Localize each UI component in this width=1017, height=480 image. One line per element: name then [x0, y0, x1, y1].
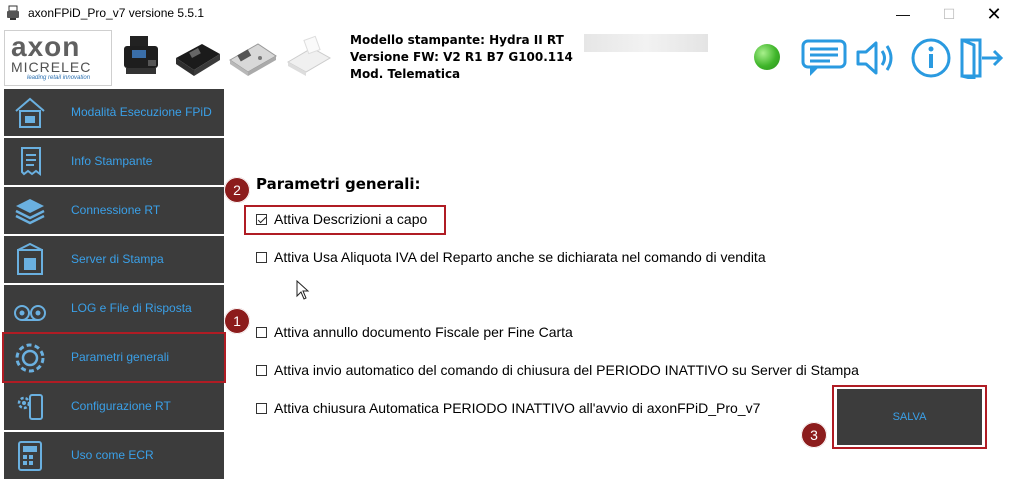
server-icon: [17, 242, 43, 275]
option-descrizioni-a-capo[interactable]: Attiva Descrizioni a capo: [256, 211, 427, 227]
option-label: Attiva invio automatico del comando di c…: [274, 362, 859, 378]
sidebar-item-server-stampa[interactable]: Server di Stampa: [4, 236, 224, 283]
sidebar-item-parametri-generali[interactable]: Parametri generali: [2, 332, 226, 383]
checkbox[interactable]: [256, 364, 267, 376]
logo-sub: MICRELEC: [11, 59, 92, 75]
checkbox[interactable]: [256, 402, 267, 414]
redacted-field: [584, 34, 708, 52]
option-aliquota-iva[interactable]: Attiva Usa Aliquota IVA del Reparto anch…: [256, 249, 766, 265]
sidebar-item-configurazione-rt[interactable]: Configurazione RT: [4, 383, 224, 430]
sidebar-item-label: Parametri generali: [71, 350, 170, 364]
firmware-version: Versione FW: V2 R1 B7 G100.114: [350, 50, 573, 64]
option-annullo-documento[interactable]: Attiva annullo documento Fiscale per Fin…: [256, 324, 573, 340]
option-label: Attiva annullo documento Fiscale per Fin…: [274, 324, 573, 340]
sidebar-item-connessione-rt[interactable]: Connessione RT: [4, 187, 224, 234]
sidebar-item-label: Connessione RT: [71, 203, 161, 217]
maximize-button[interactable]: ☐: [926, 0, 972, 28]
chat-icon[interactable]: [800, 37, 848, 79]
layers-icon: [15, 199, 45, 225]
calculator-icon: [18, 441, 42, 471]
tape-icon: [14, 305, 46, 321]
axon-logo: axon MICRELEC leading retail innovation: [4, 30, 112, 86]
receipt-icon: [21, 147, 41, 176]
option-label: Attiva chiusura Automatica PERIODO INATT…: [274, 400, 761, 416]
sidebar-item-info-stampante[interactable]: Info Stampante: [4, 138, 224, 185]
minimize-button[interactable]: —: [880, 0, 926, 28]
sidebar-item-uso-ecr[interactable]: Uso come ECR: [4, 432, 224, 479]
option-label: Attiva Usa Aliquota IVA del Reparto anch…: [274, 249, 766, 265]
save-button[interactable]: SALVA: [837, 389, 982, 445]
info-icon[interactable]: [907, 37, 955, 79]
house-printer-icon: [15, 97, 45, 128]
exit-icon[interactable]: [958, 37, 1006, 79]
header-bar: axon MICRELEC leading retail innovation …: [0, 28, 1017, 86]
sidebar: Modalità Esecuzione FPiD Info Stampante …: [0, 89, 226, 480]
printer-model: Modello stampante: Hydra II RT: [350, 33, 564, 47]
sidebar-item-label: Modalità Esecuzione FPiD: [71, 105, 212, 119]
printer-info: Modello stampante: Hydra II RT Versione …: [350, 32, 573, 83]
checkbox[interactable]: [256, 326, 267, 338]
printer-mode: Mod. Telematica: [350, 67, 461, 81]
option-label: Attiva Descrizioni a capo: [274, 211, 428, 227]
speaker-icon[interactable]: [854, 37, 902, 79]
title-bar: axonFPiD_Pro_v7 versione 5.5.1 — ☐ ✕: [0, 0, 1017, 28]
window-title: axonFPiD_Pro_v7 versione 5.5.1: [28, 6, 205, 20]
sidebar-item-label: Info Stampante: [71, 154, 153, 168]
sidebar-item-label: Uso come ECR: [71, 448, 154, 462]
checkbox[interactable]: [256, 213, 267, 225]
option-invio-automatico[interactable]: Attiva invio automatico del comando di c…: [256, 362, 859, 378]
step-badge-2: 2: [224, 177, 250, 203]
logo-tagline: leading retail innovation: [27, 75, 91, 81]
printer-image-1: [124, 36, 158, 74]
printer-image-3: [229, 43, 277, 76]
printer-image-4: [286, 35, 332, 76]
sidebar-item-label: LOG e File di Risposta: [71, 301, 192, 315]
sidebar-item-label: Server di Stampa: [71, 252, 164, 266]
step-badge-1: 1: [224, 308, 250, 334]
app-icon: [7, 5, 19, 20]
status-led-icon: [754, 44, 780, 70]
checkbox[interactable]: [256, 251, 267, 263]
printer-image-2: [176, 44, 220, 76]
gear-icon: [15, 343, 45, 373]
section-title: Parametri generali:: [256, 175, 421, 193]
mouse-cursor-icon: [296, 280, 310, 300]
option-chiusura-automatica[interactable]: Attiva chiusura Automatica PERIODO INATT…: [256, 400, 760, 416]
sidebar-item-log[interactable]: LOG e File di Risposta: [4, 285, 224, 332]
step-badge-3: 3: [801, 422, 827, 448]
gear-device-icon: [17, 394, 43, 420]
sidebar-item-label: Configurazione RT: [71, 399, 171, 413]
close-button[interactable]: ✕: [971, 0, 1017, 28]
sidebar-item-modalita[interactable]: Modalità Esecuzione FPiD: [4, 89, 224, 136]
